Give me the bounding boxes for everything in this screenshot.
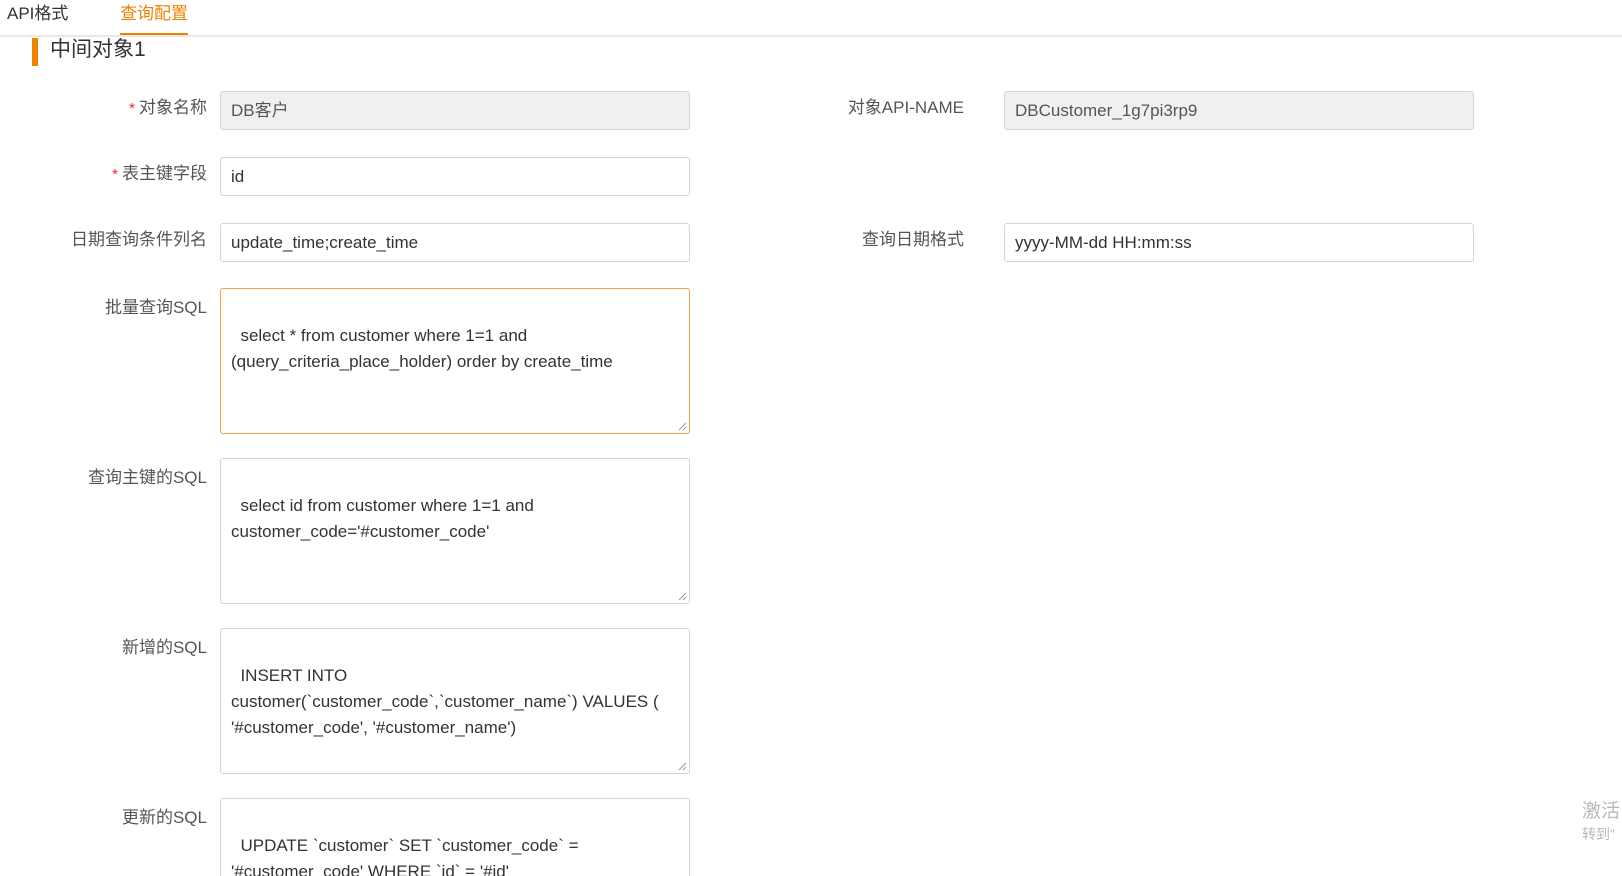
batch-sql-textarea[interactable]: select * from customer where 1=1 and (qu…	[220, 288, 690, 434]
batch-sql-label: 批量查询SQL	[104, 298, 207, 317]
pk-sql-text: select id from customer where 1=1 and cu…	[231, 496, 534, 541]
primary-key-label: * 表主键字段	[112, 164, 207, 183]
activation-watermark: 激活 转到"	[1582, 800, 1620, 844]
object-name-label: * 对象名称	[129, 98, 207, 117]
insert-sql-textarea[interactable]: INSERT INTO customer(`customer_code`,`cu…	[220, 628, 690, 774]
primary-key-field[interactable]: id	[220, 157, 690, 196]
object-api-name-label: 对象API-NAME	[847, 98, 964, 117]
section-title: 中间对象1	[50, 38, 146, 61]
tab-api-format[interactable]: API格式	[7, 2, 68, 26]
date-columns-field[interactable]: update_time;create_time	[220, 223, 690, 262]
resize-grip-icon[interactable]	[678, 762, 687, 771]
update-sql-label: 更新的SQL	[121, 808, 207, 827]
required-marker: *	[129, 100, 135, 117]
insert-sql-text: INSERT INTO customer(`customer_code`,`cu…	[231, 666, 659, 737]
date-format-label: 查询日期格式	[862, 230, 964, 249]
required-marker: *	[112, 166, 118, 183]
pk-sql-label: 查询主键的SQL	[87, 468, 207, 487]
date-format-field[interactable]: yyyy-MM-dd HH:mm:ss	[1004, 223, 1474, 262]
watermark-line-2: 转到"	[1582, 826, 1615, 842]
batch-sql-text: select * from customer where 1=1 and (qu…	[231, 326, 613, 371]
tab-bar: API格式 查询配置	[0, 0, 1622, 37]
watermark-line-1: 激活	[1582, 801, 1621, 822]
resize-grip-icon[interactable]	[678, 422, 687, 431]
resize-grip-icon[interactable]	[678, 592, 687, 601]
tab-query-config[interactable]: 查询配置	[120, 2, 188, 35]
update-sql-textarea[interactable]: UPDATE `customer` SET `customer_code` = …	[220, 798, 690, 876]
insert-sql-label: 新增的SQL	[121, 638, 207, 657]
object-api-name-field[interactable]: DBCustomer_1g7pi3rp9	[1004, 91, 1474, 130]
object-name-field[interactable]: DB客户	[220, 91, 690, 130]
pk-sql-textarea[interactable]: select id from customer where 1=1 and cu…	[220, 458, 690, 604]
update-sql-text: UPDATE `customer` SET `customer_code` = …	[231, 836, 579, 876]
date-columns-label: 日期查询条件列名	[71, 230, 207, 249]
section-accent-bar	[32, 38, 38, 66]
